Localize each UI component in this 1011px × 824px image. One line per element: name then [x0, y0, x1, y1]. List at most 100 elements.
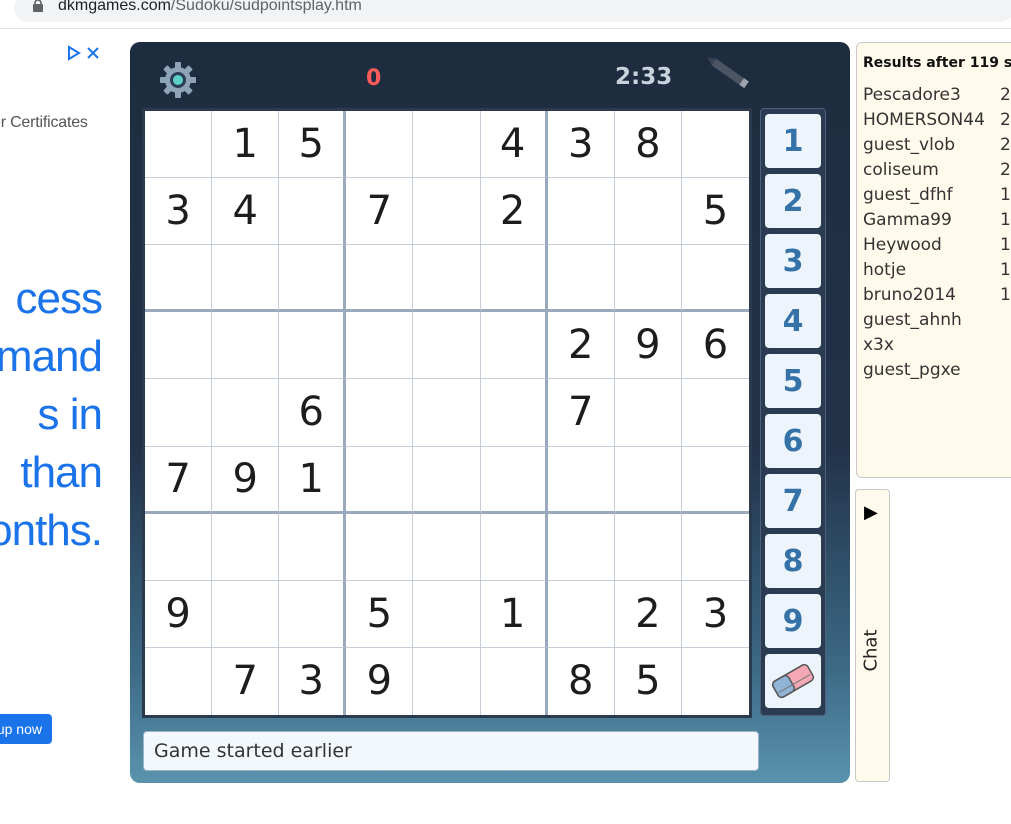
sudoku-cell[interactable] — [346, 111, 414, 179]
sudoku-cell[interactable] — [279, 312, 347, 380]
sudoku-cell[interactable] — [614, 513, 682, 581]
sudoku-cell[interactable] — [413, 513, 481, 581]
sudoku-cell[interactable] — [212, 379, 280, 447]
sudoku-cell[interactable]: 7 — [212, 647, 280, 715]
sudoku-cell[interactable]: 7 — [547, 379, 615, 447]
sudoku-cell[interactable] — [413, 312, 481, 380]
sudoku-cell[interactable] — [614, 379, 682, 447]
sudoku-cell[interactable] — [480, 312, 548, 380]
sudoku-cell[interactable] — [480, 245, 548, 313]
sudoku-cell[interactable] — [145, 647, 213, 715]
sudoku-cell[interactable] — [279, 513, 347, 581]
sudoku-cell[interactable] — [279, 580, 347, 648]
sudoku-cell[interactable]: 6 — [279, 379, 347, 447]
sudoku-cell[interactable]: 9 — [212, 446, 280, 514]
sudoku-cell[interactable] — [547, 245, 615, 313]
sudoku-cell[interactable] — [413, 580, 481, 648]
sudoku-cell[interactable] — [346, 379, 414, 447]
sudoku-cell[interactable]: 1 — [212, 111, 280, 179]
sudoku-cell[interactable]: 2 — [614, 580, 682, 648]
number-button-2[interactable]: 2 — [765, 174, 821, 228]
number-button-3[interactable]: 3 — [765, 234, 821, 288]
sudoku-cell[interactable] — [145, 513, 213, 581]
advertisement[interactable]: er Certificates cess mand s in than onth… — [0, 30, 118, 810]
sudoku-cell[interactable] — [547, 446, 615, 514]
sudoku-cell[interactable] — [212, 312, 280, 380]
url-text[interactable]: dkmgames.com/Sudoku/sudpointsplay.htm — [58, 0, 362, 15]
sudoku-cell[interactable]: 5 — [346, 580, 414, 648]
number-button-9[interactable]: 9 — [765, 594, 821, 648]
sudoku-cell[interactable]: 9 — [346, 647, 414, 715]
ad-signup-button[interactable]: up now — [0, 714, 52, 744]
sudoku-cell[interactable] — [681, 245, 749, 313]
sudoku-cell[interactable] — [480, 513, 548, 581]
sudoku-cell[interactable] — [212, 245, 280, 313]
sudoku-cell[interactable] — [279, 178, 347, 246]
sudoku-cell[interactable] — [145, 111, 213, 179]
sudoku-cell[interactable]: 2 — [480, 178, 548, 246]
number-button-8[interactable]: 8 — [765, 534, 821, 588]
sudoku-cell[interactable]: 4 — [480, 111, 548, 179]
sudoku-cell[interactable]: 5 — [279, 111, 347, 179]
sudoku-cell[interactable] — [346, 312, 414, 380]
sudoku-cell[interactable]: 8 — [548, 647, 615, 715]
sudoku-cell[interactable]: 5 — [615, 647, 682, 715]
eraser-button[interactable] — [765, 654, 821, 708]
sudoku-cell[interactable]: 7 — [346, 178, 414, 246]
sudoku-cell[interactable]: 9 — [614, 312, 682, 380]
number-button-7[interactable]: 7 — [765, 474, 821, 528]
sudoku-cell[interactable] — [614, 245, 682, 313]
sudoku-cell[interactable] — [547, 178, 615, 246]
expand-arrow-icon[interactable]: ▶ — [864, 502, 878, 523]
gear-icon[interactable] — [158, 60, 198, 100]
number-button-5[interactable]: 5 — [765, 354, 821, 408]
sudoku-cell[interactable]: 7 — [145, 446, 213, 514]
sudoku-cell[interactable] — [681, 514, 749, 581]
adchoices-icon[interactable] — [66, 44, 104, 62]
chat-tab[interactable]: ▶ Chat — [855, 489, 890, 782]
sudoku-cell[interactable] — [212, 513, 280, 581]
sudoku-cell[interactable] — [480, 446, 548, 514]
sudoku-cell[interactable] — [413, 111, 481, 179]
sudoku-cell[interactable] — [681, 447, 749, 514]
sudoku-cell[interactable] — [481, 647, 548, 715]
sudoku-cell[interactable] — [212, 580, 280, 648]
score-counter: 0 — [366, 66, 382, 91]
sudoku-cell[interactable] — [346, 245, 414, 313]
sudoku-cell[interactable]: 8 — [614, 111, 682, 179]
sudoku-cell[interactable] — [413, 446, 481, 514]
sudoku-cell[interactable]: 5 — [681, 178, 749, 246]
sudoku-cell[interactable] — [145, 312, 213, 380]
sudoku-cell[interactable] — [480, 379, 548, 447]
sudoku-cell[interactable] — [614, 178, 682, 246]
sudoku-cell[interactable] — [547, 513, 615, 581]
sudoku-cell[interactable]: 9 — [145, 580, 213, 648]
sudoku-cell[interactable] — [681, 379, 749, 447]
sudoku-cell[interactable]: 3 — [279, 647, 347, 715]
sudoku-cell[interactable]: 3 — [681, 581, 749, 648]
sudoku-cell[interactable] — [145, 245, 213, 313]
sudoku-cell[interactable] — [681, 111, 749, 179]
number-button-1[interactable]: 1 — [765, 114, 821, 168]
sudoku-cell[interactable] — [413, 178, 481, 246]
sudoku-cell[interactable]: 3 — [145, 178, 213, 246]
sudoku-cell[interactable] — [346, 446, 414, 514]
number-button-6[interactable]: 6 — [765, 414, 821, 468]
sudoku-cell[interactable]: 1 — [480, 580, 548, 648]
sudoku-cell[interactable] — [413, 245, 481, 313]
sudoku-cell[interactable] — [413, 647, 481, 715]
pencil-icon[interactable] — [706, 54, 756, 94]
sudoku-cell[interactable]: 1 — [279, 446, 347, 514]
sudoku-cell[interactable] — [614, 446, 682, 514]
sudoku-cell[interactable]: 3 — [547, 111, 615, 179]
sudoku-cell[interactable]: 6 — [681, 312, 749, 380]
sudoku-cell[interactable] — [547, 580, 615, 648]
sudoku-cell[interactable]: 4 — [212, 178, 280, 246]
sudoku-cell[interactable] — [682, 648, 749, 715]
sudoku-cell[interactable]: 2 — [547, 312, 615, 380]
sudoku-cell[interactable] — [346, 513, 414, 581]
number-button-4[interactable]: 4 — [765, 294, 821, 348]
sudoku-cell[interactable] — [279, 245, 347, 313]
sudoku-cell[interactable] — [413, 379, 481, 447]
sudoku-cell[interactable] — [145, 379, 213, 447]
